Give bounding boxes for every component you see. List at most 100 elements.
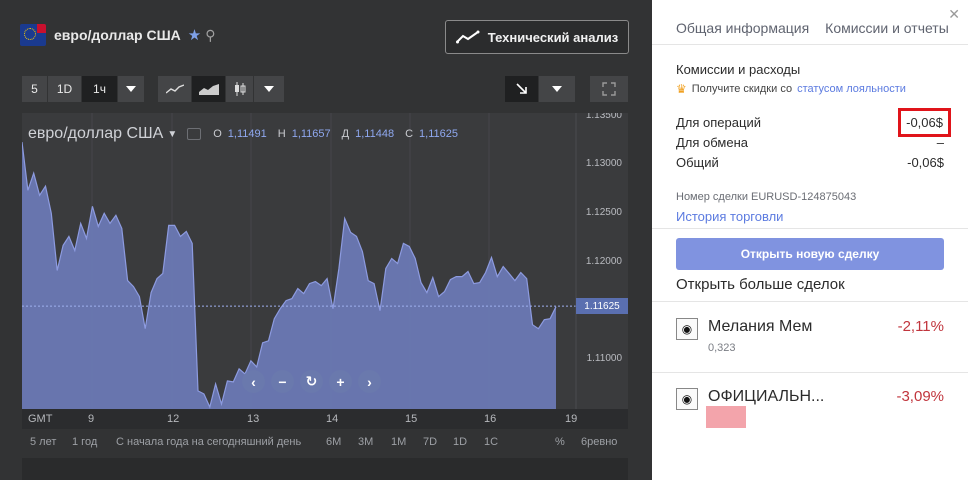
instrument-header: евро/доллар США ★ ⚲ (20, 22, 216, 48)
scroll-right-button[interactable]: › (358, 370, 381, 393)
draw-arrow-button[interactable] (505, 76, 539, 102)
fee-row-exchange: Для обмена – (676, 135, 944, 150)
technical-analysis-label: Технический анализ (487, 29, 619, 45)
y-tick-label: 1.13000 (585, 158, 622, 169)
close-icon[interactable]: ✕ (948, 6, 960, 23)
period-1d-button[interactable]: 1D (48, 76, 82, 102)
trade-history-link[interactable]: История торговли (676, 209, 783, 224)
legend-low-value: 1,11448 (355, 128, 395, 140)
deal-name: ОФИЦИАЛЬН... (708, 388, 825, 405)
x-axis-label: GMT (28, 413, 53, 425)
avatar: ◉ (676, 388, 698, 410)
tab-general-info[interactable]: Общая информация (676, 20, 809, 36)
range-extra-button[interactable]: 6ревно (581, 436, 617, 448)
x-tick-label: 12 (167, 413, 180, 425)
ohlc-legend: евро/доллар США ▼ O 1,11491 Н 1,11657 Д … (28, 125, 469, 143)
loyalty-link[interactable]: статусом лояльности (797, 83, 906, 95)
y-tick-label: 1.11000 (586, 353, 622, 364)
info-panel: ✕ Общая информация Комиссии и отчеты Ком… (652, 0, 968, 480)
panel-tabs: Общая информация Комиссии и отчеты (676, 20, 949, 36)
fee-row-operations: Для операций -0,06$ (676, 108, 951, 137)
period-dropdown-button[interactable] (118, 76, 144, 102)
period-1h-button[interactable]: 1ч (82, 76, 118, 102)
technical-analysis-button[interactable]: Технический анализ (445, 20, 629, 54)
reset-button[interactable]: ↻ (300, 370, 323, 393)
divider (652, 301, 968, 302)
fee-label: Общий (676, 155, 719, 170)
price-chart-svg[interactable] (22, 113, 628, 409)
current-price-tag: 1.11625 (576, 298, 628, 315)
fullscreen-button[interactable] (590, 76, 628, 102)
percent-scale-button[interactable]: % (555, 436, 565, 448)
y-tick-label: 1.12000 (585, 256, 622, 267)
chart-type-dropdown-button[interactable] (254, 76, 284, 102)
scroll-left-button[interactable]: ‹ (242, 370, 265, 393)
candle-chart-icon (234, 82, 245, 96)
visibility-icon[interactable] (187, 128, 202, 140)
range-1m-button[interactable]: 1М (391, 436, 406, 448)
chevron-down-icon (264, 86, 274, 92)
search-icon[interactable]: ⚲ (205, 27, 215, 44)
price-chart[interactable]: евро/доллар США ▼ O 1,11491 Н 1,11657 Д … (22, 113, 628, 409)
deal-change: -3,09% (896, 388, 944, 405)
x-tick-label: 13 (247, 413, 260, 425)
drawing-dropdown-button[interactable] (539, 76, 575, 102)
candle-chart-button[interactable] (226, 76, 254, 102)
deal-name: Мелания Мем (708, 318, 813, 335)
range-1d-button[interactable]: 1D (453, 436, 467, 448)
range-selector: 5 лет 1 год С начала года на сегодняшний… (22, 431, 628, 453)
zoom-out-button[interactable]: − (271, 370, 294, 393)
divider (652, 44, 968, 45)
avatar: ◉ (676, 318, 698, 340)
period-5-button[interactable]: 5 (22, 76, 48, 102)
line-chart-button[interactable] (158, 76, 192, 102)
legend-close-label: С (405, 128, 414, 140)
deal-price: 0,323 (708, 342, 736, 354)
x-tick-label: 15 (405, 413, 418, 425)
deal-item[interactable]: ◉ ОФИЦИАЛЬН... -3,09% (676, 388, 944, 432)
range-6m-button[interactable]: 6М (326, 436, 341, 448)
range-7d-button[interactable]: 7D (423, 436, 437, 448)
favorite-star-icon[interactable]: ★ (188, 26, 201, 44)
legend-high-label: Н (277, 128, 286, 140)
deal-badge (706, 406, 746, 428)
legend-open-label: O (213, 128, 222, 140)
zoom-in-button[interactable]: + (329, 370, 352, 393)
range-1y-button[interactable]: 1 год (72, 436, 97, 448)
divider (652, 228, 968, 229)
caret-down-icon[interactable]: ▼ (167, 129, 177, 140)
instrument-title: евро/доллар США (54, 27, 181, 43)
x-tick-label: 14 (326, 413, 339, 425)
bottom-strip (22, 458, 628, 480)
fullscreen-toolbar (590, 76, 628, 102)
range-ytd-button[interactable]: С начала года на сегодняшний день (116, 436, 301, 448)
range-1c-button[interactable]: 1С (484, 436, 498, 448)
x-tick-label: 16 (484, 413, 497, 425)
loyalty-text: Получите скидки со (691, 83, 793, 95)
range-3m-button[interactable]: 3М (358, 436, 373, 448)
crown-icon: ♛ (676, 82, 687, 96)
deal-number: Номер сделки EURUSD-124875043 (676, 191, 857, 203)
deal-item[interactable]: ◉ Мелания Мем -2,11% 0,323 (676, 318, 944, 358)
chart-nav-controls: ‹ − ↻ + › (242, 370, 381, 393)
chevron-down-icon (552, 86, 562, 92)
tab-fees-reports[interactable]: Комиссии и отчеты (825, 20, 949, 36)
area-chart-button[interactable] (192, 76, 226, 102)
trend-line-icon (455, 30, 480, 44)
legend-low-label: Д (341, 128, 350, 140)
y-tick-label: 1.13500 (585, 113, 622, 121)
chart-panel: евро/доллар США ★ ⚲ Технический анализ 5… (0, 0, 652, 480)
expand-icon (602, 82, 616, 96)
open-new-deal-button[interactable]: Открыть новую сделку (676, 238, 944, 270)
fee-label: Для операций (676, 115, 761, 130)
legend-close-value: 1,11625 (419, 128, 458, 140)
diagonal-arrow-icon (515, 83, 527, 94)
legend-instrument-name[interactable]: евро/доллар США (28, 125, 163, 143)
range-5y-button[interactable]: 5 лет (30, 436, 56, 448)
loyalty-note: ♛ Получите скидки со статусом лояльности (676, 82, 906, 96)
fees-section-title: Комиссии и расходы (676, 62, 801, 77)
price-area (22, 142, 556, 409)
chart-type-toolbar (158, 76, 284, 102)
deal-change: -2,11% (897, 318, 944, 335)
eu-us-flag-icon (20, 24, 46, 46)
